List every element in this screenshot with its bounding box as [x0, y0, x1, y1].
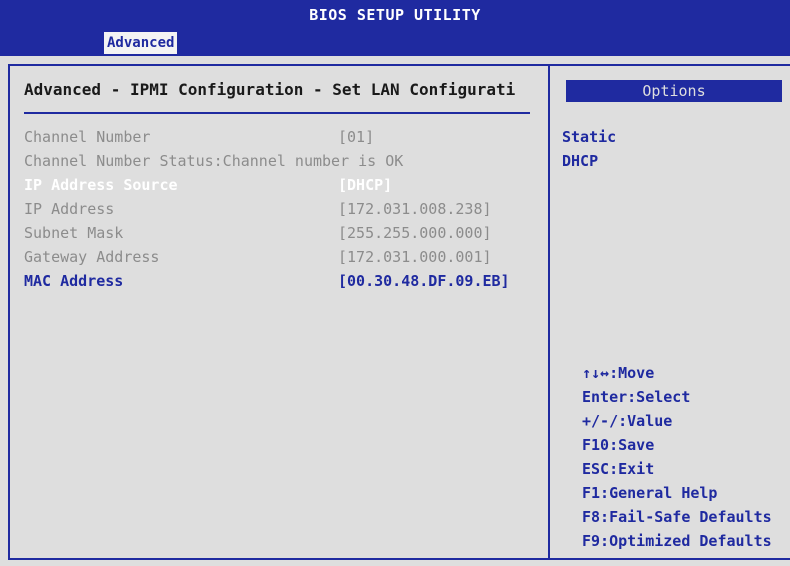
channel-number-value[interactable]: [01] — [338, 128, 374, 146]
help-save: F10:Save — [582, 436, 655, 454]
subnet-mask-label[interactable]: Subnet Mask — [24, 224, 123, 242]
subnet-mask-value[interactable]: [255.255.000.000] — [338, 224, 492, 242]
help-select: Enter:Select — [582, 388, 691, 406]
help-fail-safe: F8:Fail-Safe Defaults — [582, 508, 772, 526]
page-title: Advanced - IPMI Configuration - Set LAN … — [24, 80, 516, 99]
mac-address-label[interactable]: MAC Address — [24, 272, 123, 290]
header-divider — [24, 112, 530, 114]
option-static[interactable]: Static — [562, 128, 616, 146]
ip-address-value[interactable]: [172.031.008.238] — [338, 200, 492, 218]
help-optimized: F9:Optimized Defaults — [582, 532, 772, 550]
help-value: +/-/:Value — [582, 412, 673, 430]
option-dhcp[interactable]: DHCP — [562, 152, 598, 170]
options-title: Options — [566, 80, 782, 102]
help-exit: ESC:Exit — [582, 460, 655, 478]
channel-number-label[interactable]: Channel Number — [24, 128, 150, 146]
tab-advanced[interactable]: Advanced — [104, 32, 178, 54]
gateway-address-value[interactable]: [172.031.000.001] — [338, 248, 492, 266]
mac-address-value[interactable]: [00.30.48.DF.09.EB] — [338, 272, 510, 290]
ip-address-label[interactable]: IP Address — [24, 200, 114, 218]
ip-address-source-value[interactable]: [DHCP] — [338, 176, 392, 194]
ip-address-source-label[interactable]: IP Address Source — [24, 176, 178, 194]
gateway-address-label[interactable]: Gateway Address — [24, 248, 159, 266]
help-move: ↑↓↔:Move — [582, 364, 655, 382]
channel-status-label: Channel Number Status:Channel number is … — [24, 152, 404, 170]
bios-title: BIOS SETUP UTILITY — [309, 6, 481, 24]
help-general: F1:General Help — [582, 484, 718, 502]
